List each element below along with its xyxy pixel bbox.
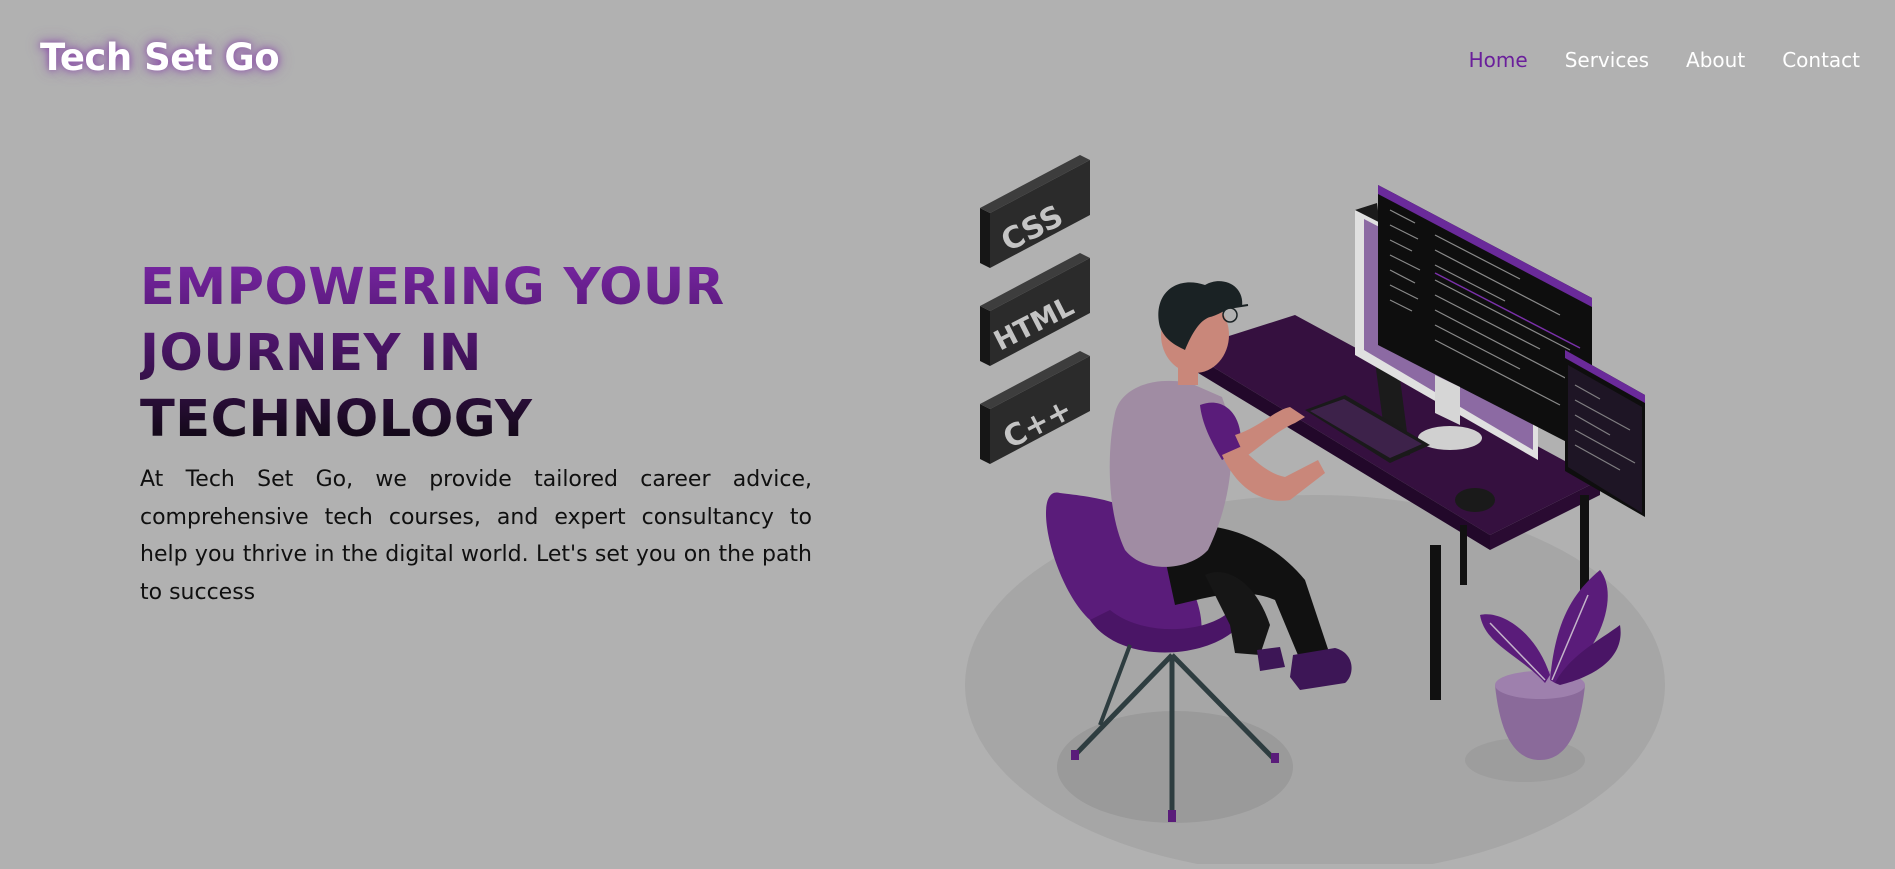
headline-line-3: TECHNOLOGY [140, 390, 533, 449]
monitor-icon [1355, 185, 1592, 460]
nav-link-home[interactable]: Home [1469, 48, 1528, 72]
hero-headline: EMPOWERING YOUR JOURNEY IN TECHNOLOGY [140, 255, 812, 453]
cpp-tag-block: C++ [980, 351, 1090, 464]
site-logo[interactable]: Tech Set Go [40, 36, 280, 79]
developer-illustration: CSS HTML C++ [960, 155, 1680, 869]
site-header: Tech Set Go Home Services About Contact [0, 0, 1895, 120]
chair-shadow [1057, 711, 1293, 823]
headline-line-1: EMPOWERING YOUR [140, 258, 725, 317]
developer-at-desk-illustration: CSS HTML C++ [965, 155, 1665, 869]
mouse-icon [1455, 488, 1495, 512]
css-tag-block: CSS [980, 155, 1090, 268]
nav-link-about[interactable]: About [1686, 48, 1745, 72]
html-tag-block: HTML [980, 253, 1090, 366]
nav-link-contact[interactable]: Contact [1782, 48, 1860, 72]
hero-description: At Tech Set Go, we provide tailored care… [140, 467, 812, 605]
hero-section: EMPOWERING YOUR JOURNEY IN TECHNOLOGY At… [140, 255, 812, 611]
main-nav: Home Services About Contact [1469, 48, 1860, 72]
nav-link-services[interactable]: Services [1565, 48, 1649, 72]
headline-line-2: JOURNEY IN [140, 324, 482, 383]
